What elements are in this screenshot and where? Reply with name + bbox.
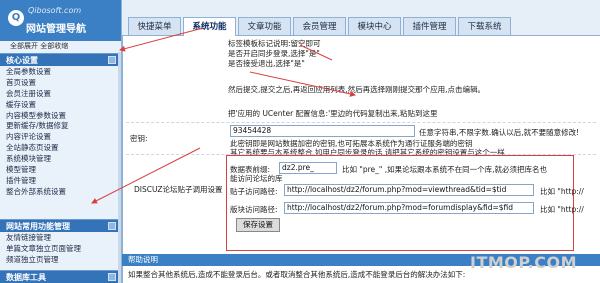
sidebar-item-static-pages[interactable]: 全站静态页设置 [0,143,118,154]
row-divider [126,122,596,123]
table-prefix-note: 能访问论坛的库 [230,174,283,183]
post-path-note: 比如 "http:// [540,187,584,196]
sidebar-item-friend-links[interactable]: 友情链接管理 [0,233,118,244]
tab-system-functions[interactable]: 系统功能 [183,17,236,36]
logo-title: 网站管理导航 [26,24,86,35]
section-title: 核心设置 [6,56,38,65]
sidebar-item-content-model-params[interactable]: 内容模型参数设置 [0,111,118,122]
sidebar-item-modules[interactable]: 系统模块管理 [0,154,118,165]
logo: Q Qibosoft.com 网站管理导航 [0,0,121,42]
instruction-line: 然后提交,提交之后,再返回应用列表,然后再选择刚刚提交那个应用,点击编辑。 [228,85,486,94]
board-path-input[interactable]: http://localhost/dz2/forum.php?mod=forum… [284,202,534,214]
table-prefix-input[interactable]: dz2.pre_ [279,162,337,174]
tab-module-center[interactable]: 模块中心 [348,17,401,35]
save-settings-button[interactable]: 保存设置 [236,218,280,232]
collapse-toggle-icon[interactable] [108,56,116,64]
core-menu: 全局参数设置 首页设置 会员注册设置 缓存设置 内容模型参数设置 更新缓存/数据… [0,67,118,198]
sidebar-item-global-params[interactable]: 全局参数设置 [0,67,118,78]
section-title: 数据库工具 [6,273,46,282]
discuz-section-label: DISCUZ论坛贴子调用设置 [134,185,223,194]
secret-label: 密钥: [130,134,148,143]
instruction-line: 是否接受退出,选择"是" [228,59,305,68]
tab-member-management[interactable]: 会员管理 [293,17,346,35]
expand-collapse-all[interactable]: 全部展开 全部收缩 [0,41,121,52]
logo-mark-icon: Q [8,10,24,26]
sidebar-item-update-cache[interactable]: 更新缓存/数据修复 [0,121,118,132]
section-title: 网站常用功能管理 [6,222,70,231]
sidebar-item-channel-page[interactable]: 频道独立页管理 [0,255,118,266]
tab-quick-menu[interactable]: 快捷菜单 [128,17,181,35]
collapse-toggle-icon[interactable] [108,273,116,281]
sidebar-item-comments[interactable]: 内容评论设置 [0,132,118,143]
table-prefix-note: 比如 "pre_" ,如果论坛跟本系统不在同一个库,就必须把库名也 [342,165,547,174]
sidebar-item-plugins[interactable]: 插件管理 [0,176,118,187]
secret-note: 任意字符串,不限字数.确认以后,就不要随意修改! [419,128,580,137]
logo-domain: Qibosoft.com [28,6,82,15]
tab-article-functions[interactable]: 文章功能 [238,17,291,35]
tab-bar: 快捷菜单 系统功能 文章功能 会员管理 模块中心 插件管理 下载系统 [122,0,600,36]
post-path-input[interactable]: http://localhost/dz2/forum.php?mod=viewt… [284,184,534,196]
post-path-label: 贴子访问路径: [230,187,278,196]
collapse-toggle-icon[interactable] [108,222,116,230]
instruction-line: 把'应用的 UCenter 配置信息:'里边的代码复制出来,粘贴到这里 [228,109,438,118]
sidebar-section-core[interactable]: 核心设置 [0,53,121,66]
board-path-note: 比如 "http:// [540,205,584,214]
board-path-label: 版块访问路径: [230,205,278,214]
sidebar-item-models[interactable]: 模型管理 [0,165,118,176]
watermark: ITMOP.COM [470,253,578,272]
main-content: 标签模板标记说明:留空即可 是否开启同步登录,选择"是" 是否接受退出,选择"是… [122,36,600,283]
sidebar: Q Qibosoft.com 网站管理导航 全部展开 全部收缩 核心设置 全局参… [0,0,122,283]
sidebar-item-cache[interactable]: 缓存设置 [0,100,118,111]
common-menu: 友情链接管理 单篇文章独立页面管理 频道独立页管理 [0,233,118,266]
sidebar-section-database[interactable]: 数据库工具 [0,270,121,283]
sidebar-item-single-article-page[interactable]: 单篇文章独立页面管理 [0,244,118,255]
secret-key-input[interactable]: 93454428 [230,125,415,137]
help-text: 如果整合其他系统后,造成不能登录后台。或者取消整合其他系统后,造成不能登录后台的… [128,270,466,279]
sidebar-item-homepage[interactable]: 首页设置 [0,78,118,89]
tab-plugin-management[interactable]: 插件管理 [403,17,456,35]
sidebar-item-integration[interactable]: 整合外部系统设置 [0,187,118,198]
sidebar-item-register[interactable]: 会员注册设置 [0,89,118,100]
main-left-border [122,36,123,283]
tab-download-system[interactable]: 下载系统 [458,17,511,35]
sidebar-section-common[interactable]: 网站常用功能管理 [0,219,121,232]
